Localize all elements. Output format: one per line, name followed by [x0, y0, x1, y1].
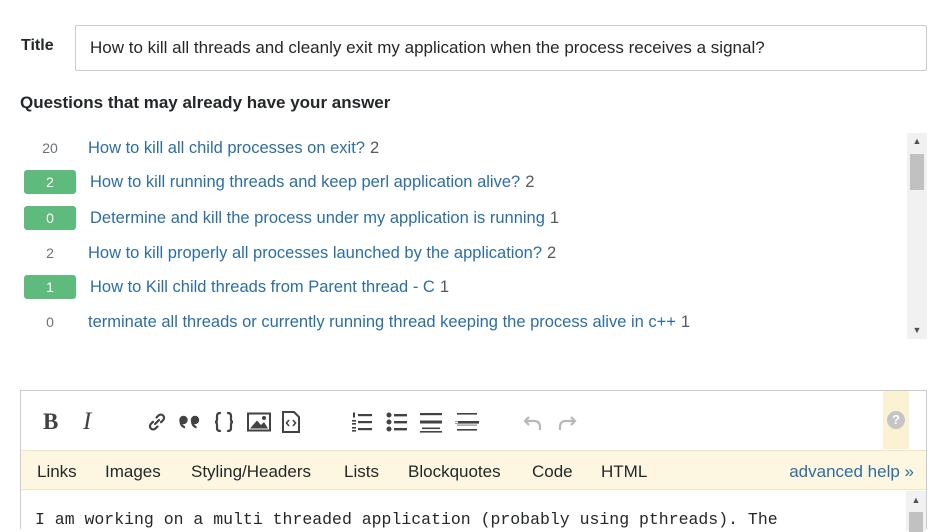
question-link[interactable]: How to kill running threads and keep per…	[90, 173, 520, 192]
bulleted-list-icon[interactable]	[385, 409, 409, 435]
undo-icon[interactable]	[523, 409, 543, 435]
link-icon[interactable]	[146, 409, 168, 435]
help-tab-lists[interactable]: Lists	[344, 462, 379, 482]
similar-question-row: 2 How to kill running threads and keep p…	[20, 167, 534, 197]
help-tab-code[interactable]: Code	[532, 462, 573, 482]
similar-question-row: 2 How to kill properly all processes lau…	[20, 238, 556, 268]
italic-button[interactable]: I	[83, 408, 91, 435]
scrollbar-thumb[interactable]	[909, 512, 923, 532]
vote-score: 2	[46, 245, 54, 261]
numbered-list-icon[interactable]	[350, 409, 374, 435]
help-tab-blockquotes[interactable]: Blockquotes	[408, 462, 501, 482]
question-link[interactable]: How to Kill child threads from Parent th…	[90, 278, 435, 297]
similar-questions-list: 20 How to kill all child processes on ex…	[20, 131, 906, 339]
question-link[interactable]: How to kill properly all processes launc…	[88, 244, 542, 263]
editor-toolbar: B I ?	[21, 391, 926, 450]
vote-score: 20	[42, 140, 58, 156]
image-icon[interactable]	[246, 409, 272, 435]
vote-score: 0	[46, 314, 54, 330]
editor-help-button[interactable]: ?	[883, 391, 909, 449]
question-editor: B I ? Links Images Styling/Headers Lists…	[20, 390, 927, 532]
answer-count: 1	[549, 208, 560, 227]
similar-question-row: 0 Determine and kill the process under m…	[20, 203, 559, 233]
title-label: Title	[21, 37, 54, 54]
answer-count: 2	[525, 172, 535, 191]
similar-question-row: 20 How to kill all child processes on ex…	[20, 133, 379, 163]
question-link[interactable]: How to kill all child processes on exit?	[88, 139, 365, 158]
help-tab-html[interactable]: HTML	[601, 462, 647, 482]
heading-icon[interactable]	[419, 409, 443, 435]
body-scrollbar[interactable]: ▲	[906, 491, 926, 532]
similar-question-row: 1 How to Kill child threads from Parent …	[20, 272, 449, 302]
accepted-score-badge: 1	[24, 275, 76, 299]
snippet-icon[interactable]	[280, 409, 302, 435]
help-tab-links[interactable]: Links	[37, 462, 77, 482]
advanced-help-link[interactable]: advanced help »	[789, 462, 914, 482]
blockquote-icon[interactable]	[177, 409, 203, 435]
accepted-score-badge: 2	[24, 170, 76, 194]
question-link[interactable]: terminate all threads or currently runni…	[88, 313, 676, 332]
help-icon: ?	[887, 411, 905, 429]
scroll-down-arrow-icon[interactable]: ▼	[907, 322, 927, 339]
scrollbar-thumb[interactable]	[910, 154, 924, 190]
editor-help-tabs: Links Images Styling/Headers Lists Block…	[21, 450, 926, 490]
help-tab-images[interactable]: Images	[105, 462, 161, 482]
answer-count: 1	[680, 312, 691, 331]
similar-questions-scrollbar[interactable]: ▲ ▼	[907, 133, 927, 339]
horizontal-rule-icon[interactable]	[454, 409, 480, 435]
similar-question-row: 0 terminate all threads or currently run…	[20, 307, 690, 337]
redo-icon[interactable]	[557, 409, 577, 435]
code-icon[interactable]	[212, 409, 236, 435]
similar-questions-heading: Questions that may already have your ans…	[20, 93, 391, 112]
bold-button[interactable]: B	[43, 409, 58, 435]
answer-count: 2	[547, 243, 557, 262]
question-body-textarea[interactable]: I am working on a multi threaded applica…	[35, 510, 778, 529]
scroll-up-arrow-icon[interactable]: ▲	[906, 495, 926, 505]
title-input[interactable]	[75, 25, 927, 71]
answer-count: 1	[439, 277, 449, 296]
help-tab-styling-headers[interactable]: Styling/Headers	[191, 462, 311, 482]
accepted-score-badge: 0	[24, 206, 76, 230]
scroll-up-arrow-icon[interactable]: ▲	[907, 133, 927, 150]
question-link[interactable]: Determine and kill the process under my …	[90, 209, 545, 228]
answer-count: 2	[369, 138, 380, 157]
